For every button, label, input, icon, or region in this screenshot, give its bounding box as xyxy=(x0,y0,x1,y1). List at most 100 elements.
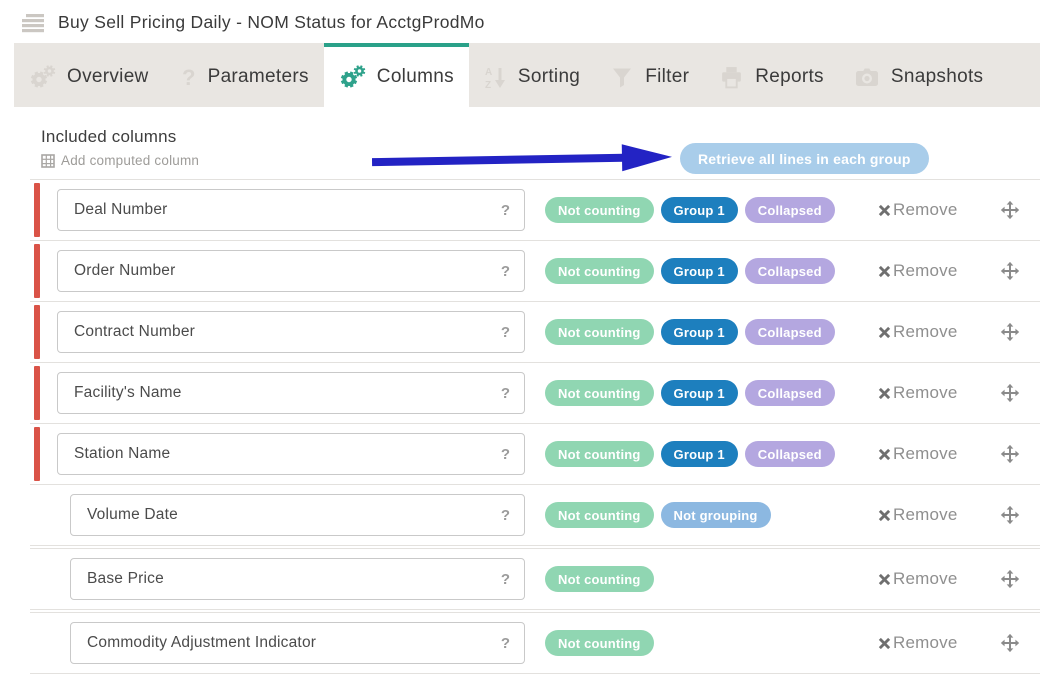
tab-overview[interactable]: Overview xyxy=(14,43,164,107)
column-name-text: Order Number xyxy=(74,262,175,280)
move-handle-icon[interactable] xyxy=(1000,633,1020,653)
help-question-icon[interactable]: ? xyxy=(501,263,510,280)
remove-button[interactable]: Remove xyxy=(878,505,958,525)
group-indicator-bar xyxy=(34,305,40,359)
column-name-text: Base Price xyxy=(87,570,164,588)
status-badge[interactable]: Collapsed xyxy=(745,197,835,223)
remove-x-icon xyxy=(878,637,891,650)
column-name-input[interactable]: Contract Number ? xyxy=(57,311,525,353)
svg-text:Z: Z xyxy=(485,80,491,90)
remove-label: Remove xyxy=(893,444,958,464)
remove-label: Remove xyxy=(893,633,958,653)
camera-icon xyxy=(854,65,880,90)
column-row: Facility's Name ? Not counting Group 1 Col… xyxy=(0,363,1040,423)
panel-head: Included columns Add computed column xyxy=(0,107,1040,179)
status-badge[interactable]: Not counting xyxy=(545,197,654,223)
retrieve-all-lines-button[interactable]: Retrieve all lines in each group xyxy=(680,143,929,174)
tab-columns[interactable]: Columns xyxy=(324,43,469,107)
move-handle-icon[interactable] xyxy=(1000,383,1020,403)
badge-group: Not counting Not grouping xyxy=(545,502,771,528)
help-question-icon[interactable]: ? xyxy=(501,446,510,463)
column-name-input[interactable]: Order Number ? xyxy=(57,250,525,292)
status-badge[interactable]: Not counting xyxy=(545,566,654,592)
status-badge[interactable]: Group 1 xyxy=(661,441,738,467)
status-badge[interactable]: Collapsed xyxy=(745,319,835,345)
tab-label: Columns xyxy=(377,66,454,88)
table-grid-icon xyxy=(41,154,55,168)
column-rows-list: Deal Number ? Not counting Group 1 Collaps… xyxy=(0,180,1040,674)
remove-label: Remove xyxy=(893,261,958,281)
remove-button[interactable]: Remove xyxy=(878,633,958,653)
status-badge[interactable]: Not counting xyxy=(545,319,654,345)
tab-label: Sorting xyxy=(518,66,580,88)
add-computed-column-link[interactable]: Add computed column xyxy=(41,153,199,168)
help-question-icon[interactable]: ? xyxy=(501,385,510,402)
status-badge[interactable]: Group 1 xyxy=(661,319,738,345)
move-handle-icon[interactable] xyxy=(1000,261,1020,281)
column-name-input[interactable]: Deal Number ? xyxy=(57,189,525,231)
remove-x-icon xyxy=(878,573,891,586)
move-handle-icon[interactable] xyxy=(1000,569,1020,589)
move-handle-icon[interactable] xyxy=(1000,322,1020,342)
status-badge[interactable]: Collapsed xyxy=(745,258,835,284)
status-badge[interactable]: Group 1 xyxy=(661,197,738,223)
remove-x-icon xyxy=(878,204,891,217)
tab-filter[interactable]: Filter xyxy=(595,43,704,107)
remove-button[interactable]: Remove xyxy=(878,569,958,589)
column-name-input[interactable]: Base Price ? xyxy=(70,558,525,600)
group-indicator-bar xyxy=(34,183,40,237)
help-question-icon[interactable]: ? xyxy=(501,507,510,524)
help-question-icon[interactable]: ? xyxy=(501,571,510,588)
column-name-input[interactable]: Station Name ? xyxy=(57,433,525,475)
columns-panel: Included columns Add computed column xyxy=(0,107,1040,674)
column-row: Contract Number ? Not counting Group 1 Col… xyxy=(0,302,1040,362)
tab-reports[interactable]: Reports xyxy=(704,43,839,107)
remove-x-icon xyxy=(878,265,891,278)
group-indicator-bar xyxy=(34,244,40,298)
status-badge[interactable]: Group 1 xyxy=(661,258,738,284)
tab-label: Snapshots xyxy=(891,66,984,88)
help-question-icon[interactable]: ? xyxy=(501,635,510,652)
tab-label: Overview xyxy=(67,66,149,88)
question-icon: ? xyxy=(179,64,197,90)
help-question-icon[interactable]: ? xyxy=(501,202,510,219)
remove-button[interactable]: Remove xyxy=(878,322,958,342)
tab-label: Filter xyxy=(645,66,689,88)
status-badge[interactable]: Collapsed xyxy=(745,441,835,467)
move-handle-icon[interactable] xyxy=(1000,444,1020,464)
status-badge[interactable]: Not counting xyxy=(545,502,654,528)
status-badge[interactable]: Group 1 xyxy=(661,380,738,406)
remove-x-icon xyxy=(878,387,891,400)
status-badge[interactable]: Not counting xyxy=(545,630,654,656)
column-name-input[interactable]: Volume Date ? xyxy=(70,494,525,536)
filter-icon xyxy=(610,65,634,90)
tab-snapshots[interactable]: Snapshots xyxy=(839,43,999,107)
status-badge[interactable]: Not counting xyxy=(545,441,654,467)
tab-sorting[interactable]: A Z Sorting xyxy=(469,43,595,107)
tab-bar: Overview ?Parameters Columns A Z Sorting… xyxy=(14,43,1040,107)
badge-group: Not counting Group 1 Collapsed xyxy=(545,380,835,406)
remove-x-icon xyxy=(878,448,891,461)
page-title: Buy Sell Pricing Daily - NOM Status for … xyxy=(58,12,485,33)
column-name-text: Deal Number xyxy=(74,201,168,219)
group-indicator-bar xyxy=(34,427,40,481)
remove-button[interactable]: Remove xyxy=(878,200,958,220)
badge-group: Not counting xyxy=(545,630,654,656)
badge-group: Not counting Group 1 Collapsed xyxy=(545,197,835,223)
status-badge[interactable]: Not counting xyxy=(545,258,654,284)
move-handle-icon[interactable] xyxy=(1000,200,1020,220)
status-badge[interactable]: Not counting xyxy=(545,380,654,406)
annotation-arrow xyxy=(372,142,674,176)
badge-group: Not counting Group 1 Collapsed xyxy=(545,258,835,284)
column-name-input[interactable]: Facility's Name ? xyxy=(57,372,525,414)
tab-parameters[interactable]: ?Parameters xyxy=(164,43,324,107)
help-question-icon[interactable]: ? xyxy=(501,324,510,341)
remove-button[interactable]: Remove xyxy=(878,261,958,281)
remove-button[interactable]: Remove xyxy=(878,383,958,403)
status-badge[interactable]: Not grouping xyxy=(661,502,771,528)
column-name-input[interactable]: Commodity Adjustment Indicator ? xyxy=(70,622,525,664)
title-bar: Buy Sell Pricing Daily - NOM Status for … xyxy=(0,0,1040,43)
remove-button[interactable]: Remove xyxy=(878,444,958,464)
move-handle-icon[interactable] xyxy=(1000,505,1020,525)
status-badge[interactable]: Collapsed xyxy=(745,380,835,406)
